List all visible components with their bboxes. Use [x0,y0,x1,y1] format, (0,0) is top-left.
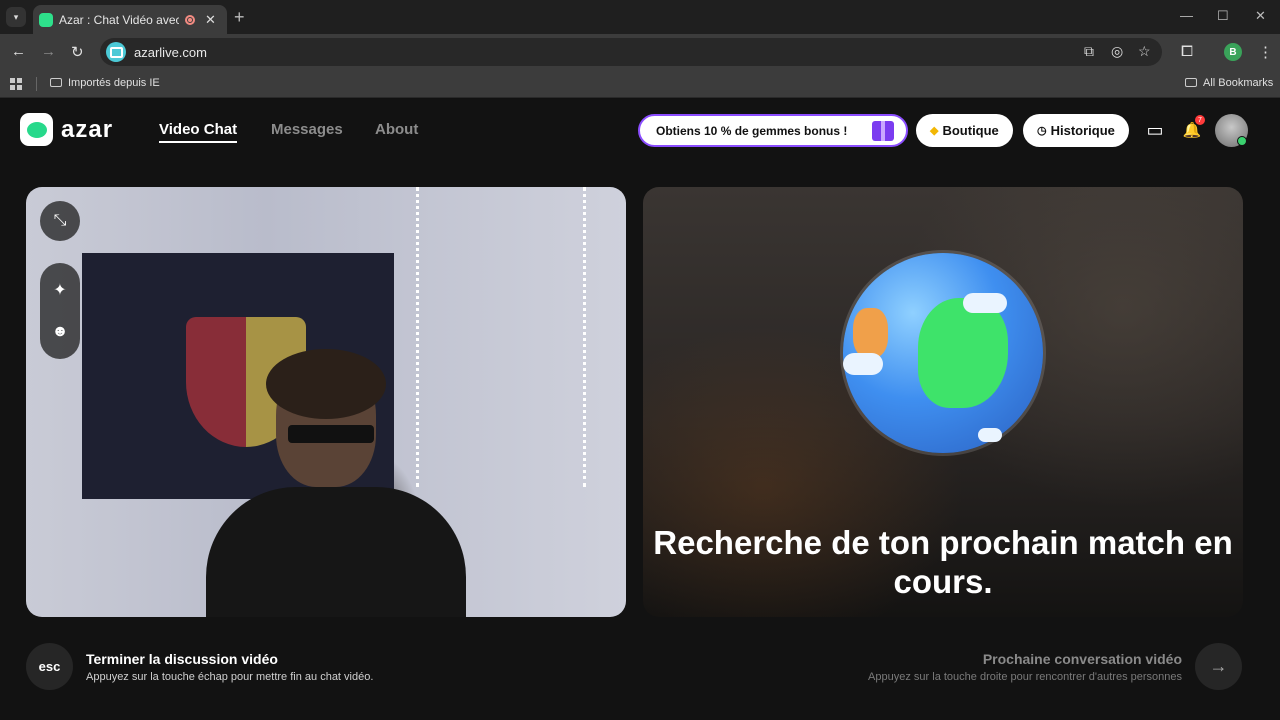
shop-button[interactable]: ◆ Boutique [916,114,1013,147]
next-chat-title: Prochaine conversation vidéo [982,651,1182,667]
address-bar[interactable]: azarlive.com ⧉ ◎ ☆ [100,38,1162,66]
searching-message: Recherche de ton prochain match en cours… [653,524,1233,600]
nav-video-chat[interactable]: Video Chat [159,121,238,143]
eye-off-icon[interactable]: ◎ [1111,43,1123,60]
browser-toolbar: ← → ↻ azarlive.com ⧉ ◎ ☆ ⧠ B ⋮ [0,34,1280,70]
tab-search-button[interactable]: ▾ [6,7,26,27]
person-hair [266,349,386,419]
url-text: azarlive.com [134,44,207,60]
logo-text: azar [61,115,114,143]
collapse-icon: ⤡ [53,212,67,229]
pixel-sunglasses-effect [288,425,374,443]
next-chat-subtitle: Appuyez sur la touche droite pour rencon… [868,671,1182,683]
cast-icon[interactable]: ⧉ [1084,43,1094,60]
nav-about[interactable]: About [375,121,418,138]
history-button[interactable]: ◷ Historique [1023,114,1129,147]
online-status-icon [1237,136,1247,146]
arrow-right-icon: → [1209,656,1228,676]
notification-badge: 7 [1195,115,1205,125]
globe-cloud [978,428,1002,442]
profile-avatar[interactable]: B [1224,43,1242,61]
gift-icon [872,121,894,141]
self-person [206,349,466,617]
all-bookmarks-button[interactable]: All Bookmarks [1185,77,1273,89]
forward-icon[interactable]: → [41,43,56,60]
face-effects-button[interactable]: ☻ [40,312,80,352]
gem-icon: ◆ [930,125,939,137]
site-info-icon[interactable] [106,42,126,62]
bookmarks-bar: Importés depuis IE All Bookmarks [0,70,1280,98]
back-icon[interactable]: ← [11,43,26,60]
globe-land-green [918,298,1008,408]
end-chat-subtitle: Appuyez sur la touche échap pour mettre … [86,671,374,683]
azar-logo[interactable]: azar [20,113,113,146]
new-tab-button[interactable]: + [234,7,245,27]
bookmark-star-icon[interactable]: ☆ [1138,43,1151,60]
filters-button[interactable]: ✦ [40,270,80,310]
bonus-gems-promo-button[interactable]: Obtiens 10 % de gemmes bonus ! [638,114,908,147]
promo-label: Obtiens 10 % de gemmes bonus ! [656,123,848,138]
azar-favicon-icon [39,12,53,27]
recording-indicator-icon [185,14,195,25]
smiley-face-icon: ☻ [51,323,69,340]
maximize-icon[interactable]: ☐ [1217,8,1229,24]
bookmark-folder-label: Importés depuis IE [68,77,160,89]
browser-tab[interactable]: Azar : Chat Vidéo avec de n ✕ [33,5,227,34]
tab-close-icon[interactable]: ✕ [205,12,216,28]
clock-icon: ◷ [1037,125,1047,137]
globe-cloud [963,293,1007,313]
reload-icon[interactable]: ↻ [71,43,84,61]
azar-page: azar Video Chat Messages About Obtiens 1… [0,99,1280,720]
globe-illustration [843,253,1043,453]
bookmarks-divider [36,77,37,91]
globe-land-orange [853,308,888,358]
history-label: Historique [1050,123,1115,138]
folder-icon [50,78,62,87]
inbox-icon[interactable]: ▭ [1144,119,1166,141]
next-chat-button[interactable]: → [1195,643,1242,690]
collapse-view-button[interactable]: ⤡ [40,201,80,241]
window-close-icon[interactable]: ✕ [1255,8,1266,24]
camera-tools: ⤡ ✦ ☻ [40,201,80,359]
self-camera-view: ⤡ ✦ ☻ [26,187,626,617]
end-chat-esc-button[interactable]: esc [26,643,73,690]
person-body [206,487,466,617]
minimize-icon[interactable]: — [1180,8,1193,23]
match-search-view: Recherche de ton prochain match en cours… [643,187,1243,617]
magic-wand-icon: ✦ [53,282,67,299]
effects-toolbar: ✦ ☻ [40,263,80,359]
chevron-down-icon: ▾ [13,11,19,22]
extensions-icon[interactable]: ⧠ [1181,43,1193,60]
all-bookmarks-label: All Bookmarks [1203,77,1274,89]
bookmark-folder-imported[interactable]: Importés depuis IE [50,77,160,89]
browser-menu-icon[interactable]: ⋮ [1258,43,1273,61]
globe-cloud [843,353,883,375]
nav-messages[interactable]: Messages [271,121,343,138]
end-chat-title: Terminer la discussion vidéo [86,651,278,667]
folder-icon [1185,78,1197,87]
browser-tabbar: ▾ Azar : Chat Vidéo avec de n ✕ + — ☐ ✕ [0,0,1280,34]
azar-logo-icon [20,113,53,146]
tab-title: Azar : Chat Vidéo avec de n [59,12,179,27]
site-header: azar Video Chat Messages About Obtiens 1… [0,99,1280,163]
shop-label: Boutique [942,123,999,138]
apps-grid-icon[interactable] [10,78,22,90]
